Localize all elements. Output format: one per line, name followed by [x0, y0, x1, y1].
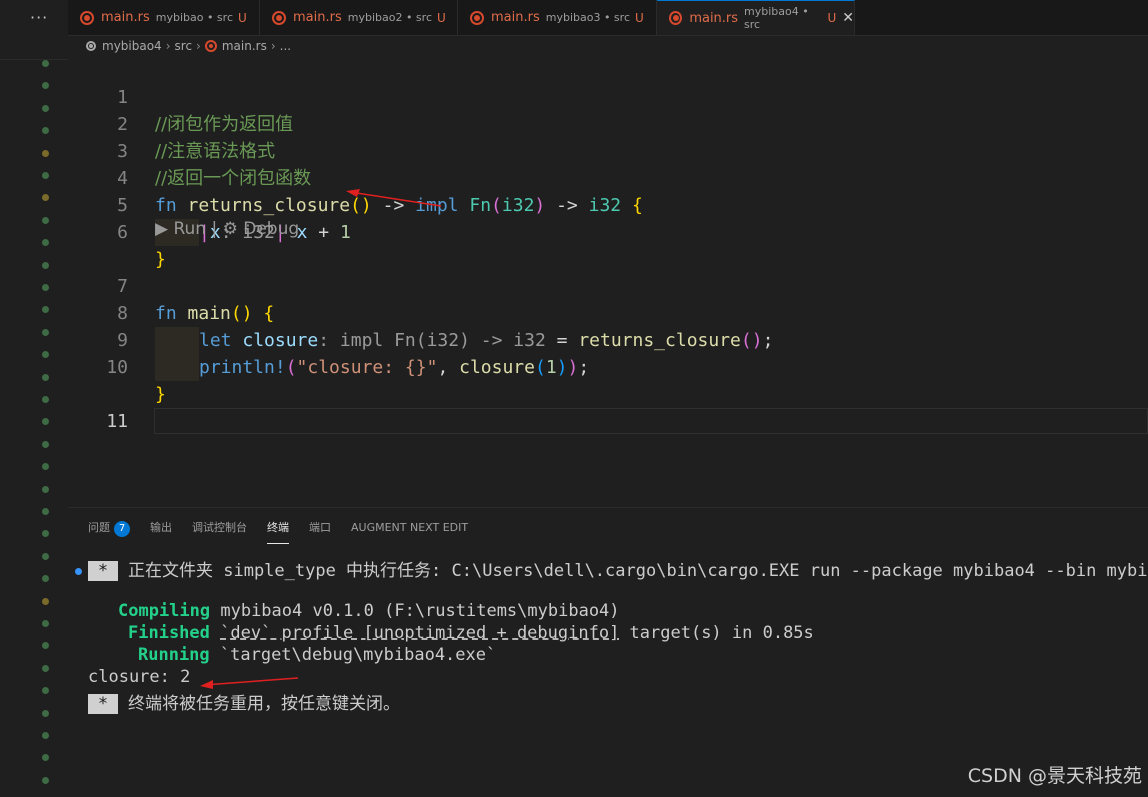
annotation-arrow: [200, 677, 299, 689]
annotation-arrow: [346, 189, 442, 207]
annotation-arrows: [200, 189, 442, 689]
